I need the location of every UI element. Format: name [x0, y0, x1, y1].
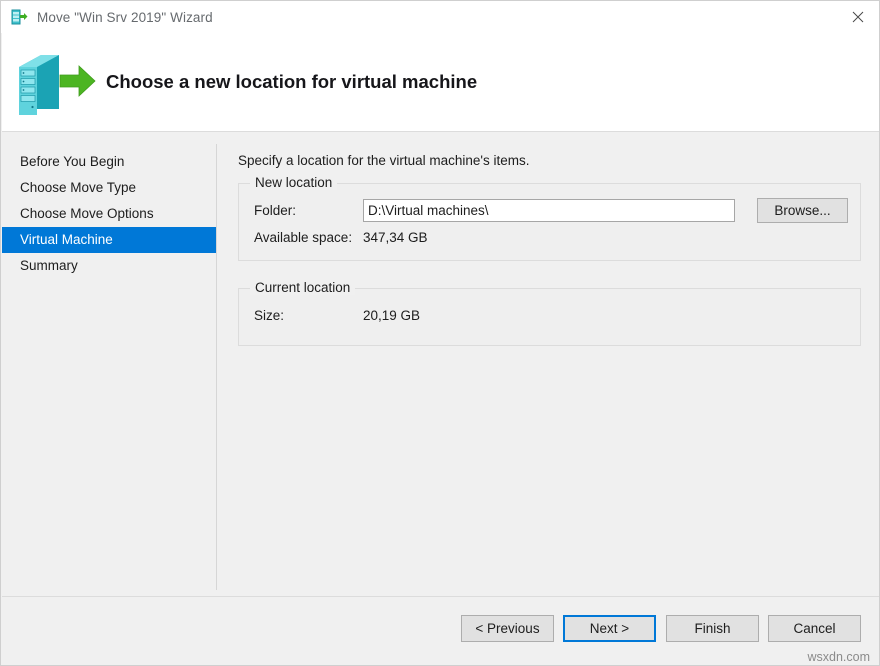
title-bar: Move "Win Srv 2019" Wizard	[1, 1, 880, 33]
wizard-window: Move "Win Srv 2019" Wizard	[0, 0, 880, 666]
server-move-icon	[10, 8, 28, 26]
wizard-steps-sidebar: Before You Begin Choose Move Type Choose…	[2, 149, 216, 279]
sidebar-item-summary[interactable]: Summary	[2, 253, 216, 279]
sidebar-item-choose-move-type[interactable]: Choose Move Type	[2, 175, 216, 201]
sidebar-item-label: Choose Move Options	[20, 206, 154, 221]
size-value: 20,19 GB	[363, 308, 420, 323]
sidebar-item-label: Virtual Machine	[20, 232, 113, 247]
sidebar-item-choose-move-options[interactable]: Choose Move Options	[2, 201, 216, 227]
window-title: Move "Win Srv 2019" Wizard	[37, 10, 213, 25]
wizard-main-panel: Specify a location for the virtual machi…	[217, 133, 880, 596]
folder-label: Folder:	[254, 203, 296, 218]
sidebar-item-label: Before You Begin	[20, 154, 124, 169]
wizard-footer: < Previous Next > Finish Cancel wsxdn.co…	[2, 596, 880, 666]
sidebar-item-label: Summary	[20, 258, 78, 273]
new-location-group-title: New location	[250, 175, 337, 190]
previous-button[interactable]: < Previous	[461, 615, 554, 642]
sidebar-item-before-you-begin[interactable]: Before You Begin	[2, 149, 216, 175]
server-move-large-icon	[13, 49, 97, 115]
sidebar-item-virtual-machine[interactable]: Virtual Machine	[2, 227, 216, 253]
finish-button[interactable]: Finish	[666, 615, 759, 642]
size-label: Size:	[254, 308, 284, 323]
wizard-body: Before You Begin Choose Move Type Choose…	[2, 133, 880, 596]
current-location-group: Current location Size: 20,19 GB	[238, 288, 861, 346]
watermark: wsxdn.com	[807, 650, 870, 664]
instruction-text: Specify a location for the virtual machi…	[238, 153, 529, 168]
close-icon	[852, 11, 864, 23]
page-title: Choose a new location for virtual machin…	[106, 71, 477, 93]
sidebar-item-label: Choose Move Type	[20, 180, 136, 195]
folder-input[interactable]	[363, 199, 735, 222]
new-location-group: New location Folder: Browse... Available…	[238, 183, 861, 261]
browse-button[interactable]: Browse...	[757, 198, 848, 223]
next-button[interactable]: Next >	[563, 615, 656, 642]
current-location-group-title: Current location	[250, 280, 355, 295]
cancel-button[interactable]: Cancel	[768, 615, 861, 642]
available-space-value: 347,34 GB	[363, 230, 428, 245]
available-space-label: Available space:	[254, 230, 352, 245]
close-button[interactable]	[835, 1, 880, 32]
wizard-header: Choose a new location for virtual machin…	[2, 33, 880, 132]
